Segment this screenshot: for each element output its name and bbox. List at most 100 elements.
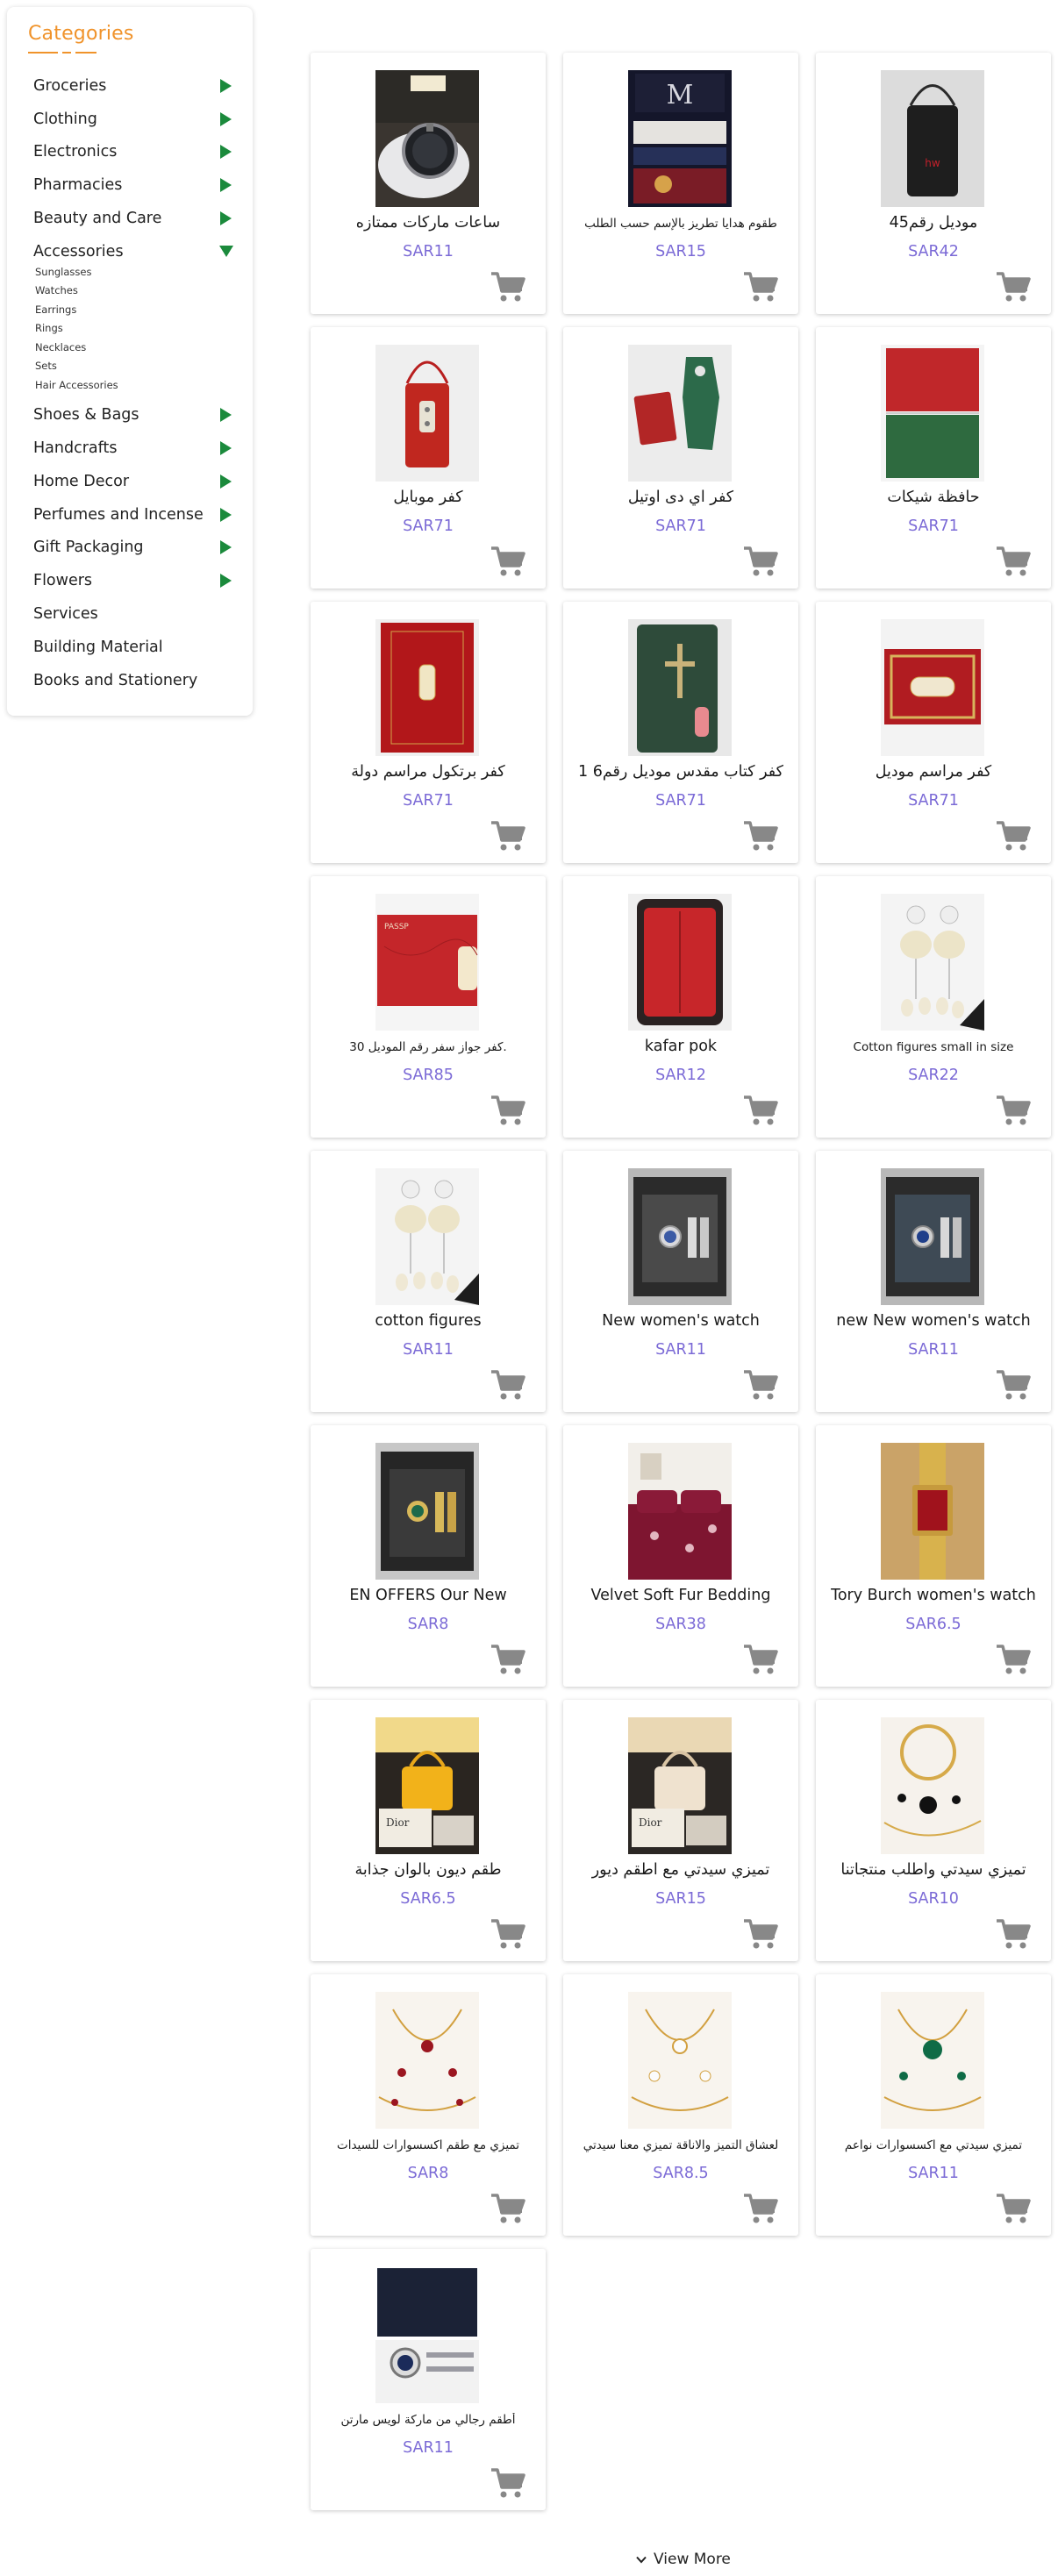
triangle-right-icon[interactable] <box>220 507 232 522</box>
product-image[interactable]: PASSP <box>375 894 479 1031</box>
category-item[interactable]: Perfumes and Incense <box>28 498 233 532</box>
add-to-cart-icon[interactable] <box>995 270 1032 303</box>
product-image[interactable] <box>628 1168 732 1305</box>
add-to-cart-icon[interactable] <box>490 1094 526 1127</box>
add-to-cart-icon[interactable] <box>995 819 1032 853</box>
add-to-cart-icon[interactable] <box>995 1643 1032 1676</box>
product-name[interactable]: موديل رقم45 <box>819 214 1047 232</box>
triangle-right-icon[interactable] <box>220 540 232 555</box>
product-name[interactable]: New women's watch <box>567 1312 795 1330</box>
subcategory-item[interactable]: Sets <box>35 357 233 376</box>
product-image[interactable] <box>375 619 479 756</box>
category-item[interactable]: Handcrafts <box>28 432 233 465</box>
product-card[interactable]: أطقم رجالي من ماركة لويس مارتن SAR11 <box>311 2249 546 2510</box>
product-name[interactable]: أطقم رجالي من ماركة لويس مارتن <box>314 2413 542 2427</box>
product-name[interactable]: كفر كتاب مقدس موديل رقم6 1 <box>567 763 795 781</box>
product-image[interactable] <box>628 619 732 756</box>
product-image[interactable] <box>628 1992 732 2129</box>
product-name[interactable]: ساعات ماركات ممتازه <box>314 214 542 232</box>
add-to-cart-icon[interactable] <box>742 270 779 303</box>
product-name[interactable]: تميزي سيدتي واطلب منتجاتنا <box>819 1861 1047 1879</box>
category-item[interactable]: Building Material <box>28 631 233 664</box>
add-to-cart-icon[interactable] <box>742 545 779 578</box>
product-name[interactable]: كفر برتكول مراسم دولة <box>314 763 542 781</box>
product-card[interactable]: Velvet Soft Fur Bedding SAR38 <box>563 1425 798 1687</box>
add-to-cart-icon[interactable] <box>995 1917 1032 1951</box>
add-to-cart-icon[interactable] <box>490 2466 526 2500</box>
product-image[interactable] <box>881 1717 984 1854</box>
add-to-cart-icon[interactable] <box>490 1368 526 1402</box>
product-card[interactable]: Dior طقم ديون بالوان جذابة SAR6.5 <box>311 1700 546 1961</box>
product-card[interactable]: Dior تميزي سيدتي مع اطقم ديور SAR15 <box>563 1700 798 1961</box>
product-card[interactable]: kafar pok SAR12 <box>563 876 798 1138</box>
subcategory-item[interactable]: Earrings <box>35 301 233 320</box>
add-to-cart-icon[interactable] <box>490 545 526 578</box>
triangle-right-icon[interactable] <box>220 440 232 455</box>
add-to-cart-icon[interactable] <box>490 2192 526 2225</box>
category-item[interactable]: Flowers <box>28 564 233 597</box>
subcategory-item[interactable]: Hair Accessories <box>35 376 233 396</box>
category-item[interactable]: Home Decor <box>28 465 233 498</box>
product-card[interactable]: EN OFFERS Our New SAR8 <box>311 1425 546 1687</box>
product-card[interactable]: تميزي مع طقم اكسسوارات للسيدات SAR8 <box>311 1974 546 2236</box>
product-card[interactable]: M طقوم هدايا تطريز بالإسم حسب الطلب SAR15 <box>563 53 798 314</box>
add-to-cart-icon[interactable] <box>742 819 779 853</box>
triangle-right-icon[interactable] <box>220 408 232 423</box>
product-name[interactable]: تميزي سيدتي مع اكسسوارات نواعم <box>819 2138 1047 2152</box>
product-image[interactable]: Dior <box>375 1717 479 1854</box>
triangle-right-icon[interactable] <box>220 211 232 226</box>
product-image[interactable] <box>881 619 984 756</box>
triangle-right-icon[interactable] <box>220 574 232 589</box>
product-image[interactable] <box>881 1168 984 1305</box>
product-card[interactable]: cotton figures SAR11 <box>311 1151 546 1412</box>
product-name[interactable]: لعشاق التميز والاناقة تميزي معنا سيدتي <box>567 2138 795 2152</box>
product-image[interactable] <box>881 345 984 482</box>
product-image[interactable]: hw <box>881 70 984 207</box>
subcategory-item[interactable]: Rings <box>35 319 233 339</box>
product-name[interactable]: حافظة شيكات <box>819 489 1047 506</box>
add-to-cart-icon[interactable] <box>490 819 526 853</box>
product-name[interactable]: Velvet Soft Fur Bedding <box>567 1587 795 1604</box>
product-name[interactable]: cotton figures <box>314 1312 542 1330</box>
product-image[interactable]: M <box>628 70 732 207</box>
subcategory-item[interactable]: Sunglasses <box>35 263 233 282</box>
add-to-cart-icon[interactable] <box>995 2192 1032 2225</box>
triangle-right-icon[interactable] <box>220 178 232 193</box>
add-to-cart-icon[interactable] <box>490 1917 526 1951</box>
subcategory-item[interactable]: Necklaces <box>35 339 233 358</box>
product-name[interactable]: new New women's watch <box>819 1312 1047 1330</box>
product-card[interactable]: كفر موبايل SAR71 <box>311 327 546 589</box>
view-more-button[interactable]: View More <box>636 2551 731 2568</box>
product-name[interactable]: طقوم هدايا تطريز بالإسم حسب الطلب <box>567 217 795 231</box>
add-to-cart-icon[interactable] <box>742 2192 779 2225</box>
product-card[interactable]: كفر كتاب مقدس موديل رقم6 1 SAR71 <box>563 602 798 863</box>
product-name[interactable]: kafar pok <box>567 1038 795 1055</box>
add-to-cart-icon[interactable] <box>742 1368 779 1402</box>
product-image[interactable] <box>881 1992 984 2129</box>
category-item[interactable]: Beauty and Care <box>28 202 233 235</box>
product-card[interactable]: كفر مراسم موديل SAR71 <box>816 602 1051 863</box>
product-image[interactable] <box>375 345 479 482</box>
category-item[interactable]: Electronics <box>28 136 233 169</box>
product-card[interactable]: ساعات ماركات ممتازه SAR11 <box>311 53 546 314</box>
subcategory-item[interactable]: Watches <box>35 282 233 301</box>
product-name[interactable]: كفر جواز سفر رقم الموديل 30. <box>314 1040 542 1054</box>
add-to-cart-icon[interactable] <box>490 270 526 303</box>
product-name[interactable]: Tory Burch women's watch <box>819 1587 1047 1604</box>
triangle-right-icon[interactable] <box>220 145 232 160</box>
product-card[interactable]: New women's watch SAR11 <box>563 1151 798 1412</box>
product-image[interactable] <box>375 1168 479 1305</box>
product-card[interactable]: كفر برتكول مراسم دولة SAR71 <box>311 602 546 863</box>
product-name[interactable]: تميزي مع طقم اكسسوارات للسيدات <box>314 2138 542 2152</box>
product-name[interactable]: كفر اي دى اوتيل <box>567 489 795 506</box>
product-image[interactable] <box>881 1443 984 1580</box>
product-card[interactable]: Tory Burch women's watch SAR6.5 <box>816 1425 1051 1687</box>
add-to-cart-icon[interactable] <box>995 1368 1032 1402</box>
category-item[interactable]: Shoes & Bags <box>28 398 233 432</box>
product-card[interactable]: كفر اي دى اوتيل SAR71 <box>563 327 798 589</box>
product-image[interactable] <box>628 345 732 482</box>
category-item[interactable]: Services <box>28 597 233 631</box>
product-image[interactable] <box>375 1992 479 2129</box>
product-card[interactable]: تميزي سيدتي واطلب منتجاتنا SAR10 <box>816 1700 1051 1961</box>
add-to-cart-icon[interactable] <box>995 1094 1032 1127</box>
